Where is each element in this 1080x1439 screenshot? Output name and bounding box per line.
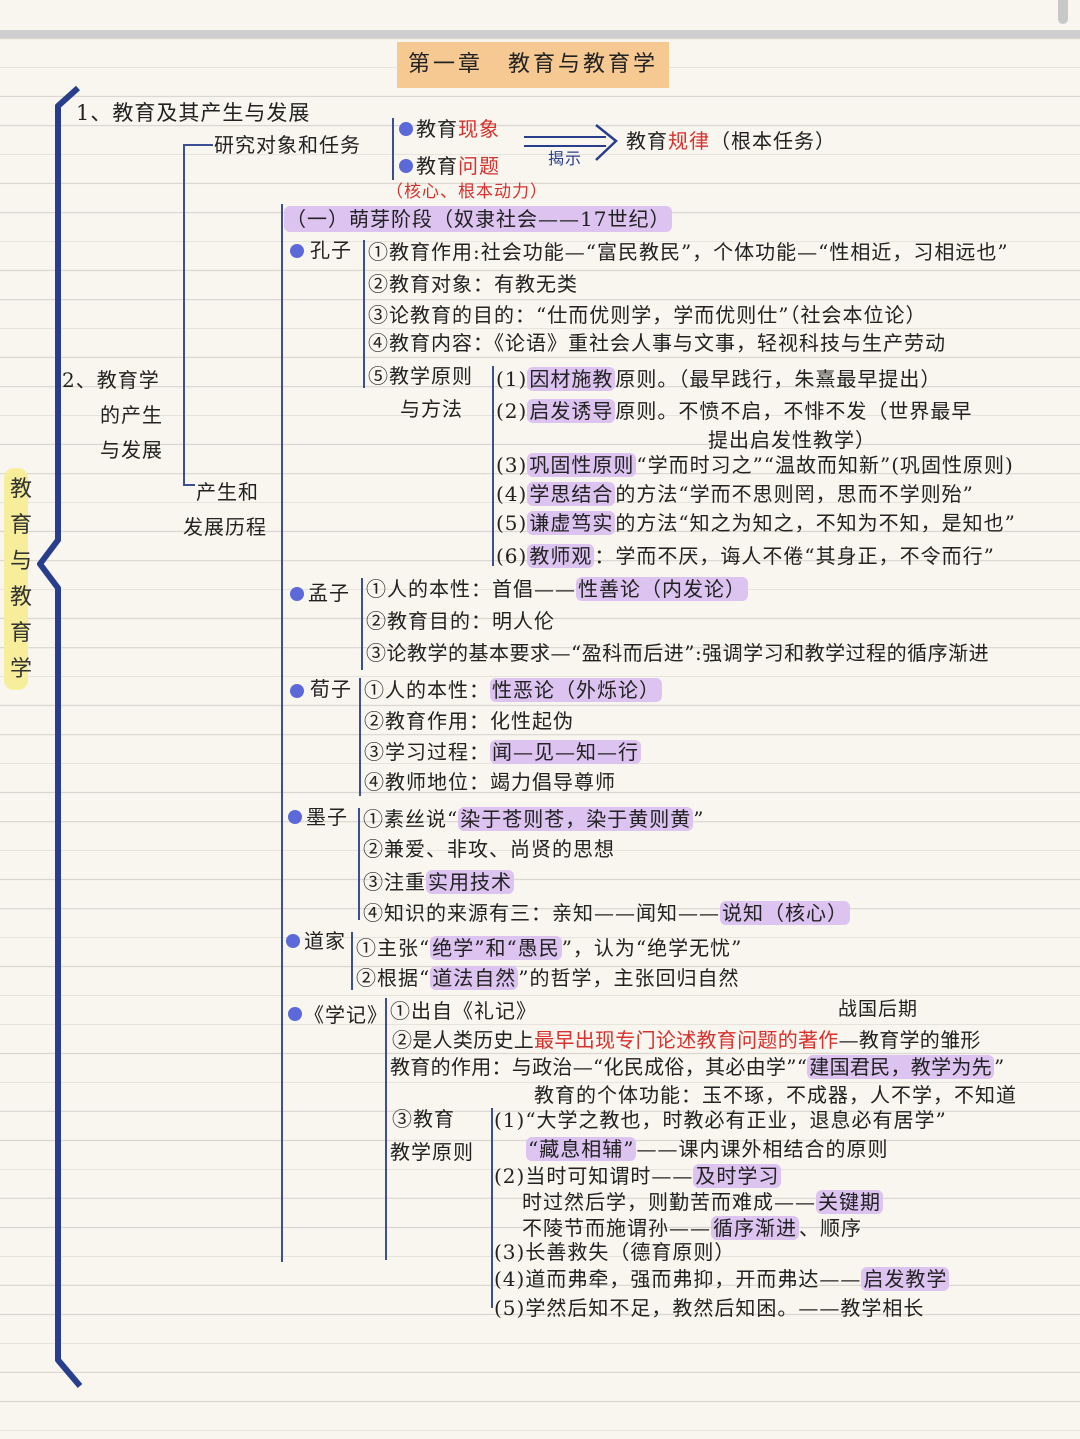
section1-heading: 1、教育及其产生与发展 [76,101,311,125]
connector-line [392,118,394,180]
connector-line [183,144,213,146]
mengzi-line: ②教育目的：明人伦 [366,609,555,633]
thinker-mozi: 墨子 [306,805,348,829]
connector-line [359,678,361,796]
history-label: 产生和 [196,480,259,504]
kongzi-principle: (5) 谦虚笃实 的方法“知之为知之，不知为不知，是知也” [496,511,1016,535]
section2-heading: 的产生 [100,403,163,427]
main-brace [37,85,83,1388]
kongzi-principle: (3) 巩固性原则 “学而时习之”“温故而知新”(巩固性原则) [496,453,1014,477]
research-label: 研究对象和任务 [214,133,361,157]
xueji-period: 战国后期 [838,998,919,1020]
kongzi-line: ③论教育的目的：“仕而优则学，学而优则仕”（社会本位论） [368,303,927,327]
thinker-xunzi: 荀子 [310,677,352,701]
connector-line [491,1108,493,1308]
xueji-principle: “藏息相辅” ——课内课外相结合的原则 [526,1137,889,1161]
xueji-line: ①出自《礼记》 [390,999,537,1023]
daojia-line: ①主张“ 绝学”和“愚民 ”，认为“绝学无忧” [356,936,743,960]
kongzi-line: ④教育内容：《论语》重社会人事与文事，轻视科技与生产劳动 [368,331,946,355]
thinker-mengzi: 孟子 [308,581,350,605]
scrollbar-thumb[interactable] [1058,0,1068,24]
section2-heading: 2、教育学 [62,368,160,392]
thinker-daojia: 道家 [304,929,346,953]
mozi-line: ②兼爱、非攻、尚贤的思想 [363,837,615,861]
side-char: 教 [10,585,33,610]
history-label: 发展历程 [183,515,267,539]
bullet-dot [399,159,413,173]
xueji-principle: (3)长善救失（德育原则） [494,1240,736,1264]
xunzi-line: ①人的本性： 性恶论（外烁论） [364,678,662,702]
bullet-dot [288,1007,302,1021]
side-label: 教 育 与 教 育 学 [4,468,32,690]
connector-line [492,366,494,566]
section2-heading: 与发展 [100,438,163,462]
xueji-line: ②是人类历史上最早出现专门论述教育问题的著作—教育学的雏形 [392,1028,981,1052]
connector-line [358,808,360,920]
xueji-principle: 时过然后学，则勤苦而难成—— 关键期 [522,1190,883,1214]
kongzi-principle: 提出启发性教学） [708,428,876,452]
xueji-principle: (2)当时可知谓时—— 及时学习 [494,1164,782,1188]
top-border [0,30,1080,38]
xueji-principle: 不陵节而施谓孙—— 循序渐进 、顺序 [522,1216,862,1240]
mozi-line: ①素丝说“ 染于苍则苍，染于黄则黄” [363,807,705,831]
research-result: 教育规律（根本任务） [626,129,836,153]
connector-line [183,484,195,486]
thinker-xueji: 《学记》 [304,1003,388,1027]
side-char: 育 [10,621,33,646]
xueji-line: ③教育 [392,1107,455,1131]
xueji-line: 教育的个体功能：玉不琢，不成器，人不学，不知道 [534,1083,1017,1107]
bullet-dot [399,122,413,136]
xueji-principle: (4)道而弗牵，强而弗抑，开而弗达—— 启发教学 [494,1267,950,1291]
xunzi-line: ③学习过程： 闻—见—知—行 [364,740,641,764]
connector-line [385,998,387,1260]
kongzi-principle: (4) 学思结合 的方法“学而不思则罔，思而不学则殆” [496,482,974,506]
xueji-line: 教学原则 [390,1140,474,1164]
connector-line [183,144,185,484]
side-char: 育 [10,513,33,538]
side-char: 学 [10,657,33,682]
bullet-dot [290,587,304,601]
bullet-dot [290,684,304,698]
bullet-dot [286,934,300,948]
connector-line [363,240,365,388]
side-char: 与 [10,549,33,574]
page-title: 第一章 教育与教育学 [397,42,669,88]
mengzi-line: ①人的本性：首倡—— 性善论（内发论） [366,577,748,601]
arrow-label: 揭示 [548,149,583,168]
kongzi-principle: (1) 因材施教 原则。（最早践行，朱熹最早提出） [496,367,942,391]
bullet-dot [290,244,304,258]
kongzi-principle: (6) 教师观 ：学而不厌，诲人不倦“其身正，不令而行” [496,544,995,568]
core-note: （核心、根本动力） [386,182,548,202]
connector-line [361,578,363,670]
kongzi-line: ①教育作用:社会功能—“富民教民”，个体功能—“性相近，习相远也” [368,240,1009,264]
xueji-line: 教育的作用：与政治—“化民成俗，其必由学”“ 建国君民，教学为先” [390,1055,1005,1079]
kongzi-line: ②教育对象：有教无类 [368,272,578,296]
connector-line [281,204,283,1262]
kongzi-line: ⑤教学原则 [368,364,473,388]
side-char: 教 [10,477,33,502]
mengzi-line: ③论教学的基本要求—“盈科而后进”:强调学习和教学过程的循序渐进 [366,641,990,665]
xunzi-line: ④教师地位：竭力倡导尊师 [364,770,616,794]
xueji-principle: (1)“大学之教也，时教必有正业，退息必有居学” [494,1108,947,1132]
kongzi-line: 与方法 [400,397,463,421]
bullet-dot [288,810,302,824]
xueji-principle: (5)学然后知不足，教然后知困。——教学相长 [494,1296,925,1320]
xunzi-line: ②教育作用：化性起伪 [364,709,574,733]
stage-heading: （一）萌芽阶段（奴隶社会——17世纪） [284,206,673,232]
daojia-line: ②根据“ 道法自然 ”的哲学，主张回归自然 [356,966,740,990]
thinker-kongzi: 孔子 [310,238,352,262]
connector-line [351,932,353,990]
mozi-line: ③注重 实用技术 [363,870,514,894]
kongzi-principle: (2) 启发诱导 原则。不愤不启，不悱不发（世界最早 [496,399,973,423]
research-item-phenomenon: 教育现象 [416,117,500,141]
research-item-problem: 教育问题 [416,154,500,178]
mozi-line: ④知识的来源有三：亲知——闻知—— 说知（核心） [363,901,850,925]
